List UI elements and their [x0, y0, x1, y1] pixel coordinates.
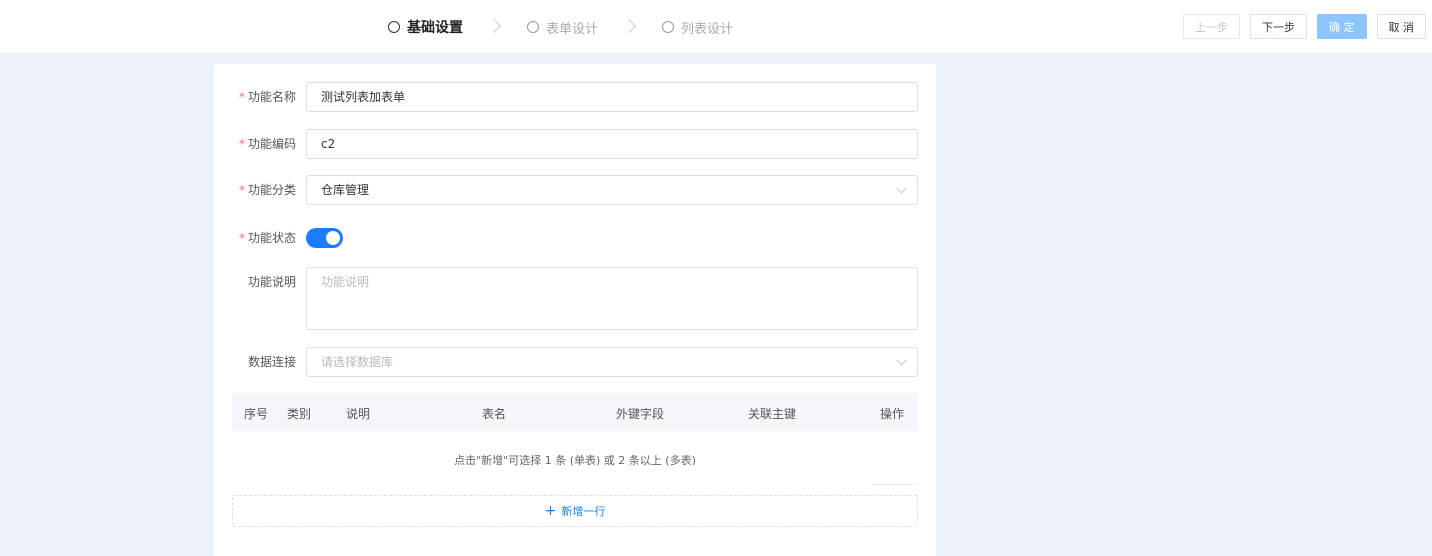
column-header-primary-key: 关联主键: [748, 407, 797, 421]
cancel-button[interactable]: 取 消: [1376, 14, 1426, 39]
step-label: 列表设计: [681, 21, 734, 37]
step-circle-icon: [662, 21, 675, 33]
form-row-code: * 功能编码 c2: [214, 129, 936, 159]
settings-card: * 功能名称 测试列表加表单 * 功能编码 c2 * 功能分类 仓库管理 * 功能状态 …: [214, 64, 936, 556]
database-select[interactable]: 请选择数据库: [306, 347, 918, 377]
required-mark: *: [238, 90, 245, 104]
wizard-steps: 基础设置 表单设计 列表设计: [388, 0, 733, 54]
chevron-right-icon: [598, 0, 662, 54]
column-header-description: 说明: [346, 407, 371, 421]
column-header-table-name: 表名: [482, 407, 507, 421]
field-label: 数据连接: [247, 355, 296, 369]
action-buttons: 上一步 下一步 确 定 取 消: [1173, 14, 1426, 39]
field-label: 功能说明: [247, 275, 296, 289]
step-label: 基础设置: [407, 20, 463, 36]
function-status-toggle[interactable]: [306, 228, 343, 248]
step-circle-icon: [388, 21, 400, 33]
chevron-down-icon: [896, 355, 907, 366]
field-label: * 功能名称: [238, 90, 296, 104]
toggle-knob: [326, 231, 340, 245]
add-row-button[interactable]: + 新增一行: [232, 495, 918, 527]
form-row-category: * 功能分类 仓库管理: [214, 175, 936, 205]
table-empty-hint: 点击"新增"可选择 1 条 (单表) 或 2 条以上 (多表): [454, 454, 696, 467]
step-form-design[interactable]: 表单设计: [527, 18, 598, 37]
function-name-input[interactable]: 测试列表加表单: [306, 82, 918, 112]
top-bar: 基础设置 表单设计 列表设计 上一步 下一步 确 定 取 消: [0, 0, 1432, 54]
field-label: * 功能编码: [238, 137, 296, 151]
prev-step-button[interactable]: 上一步: [1183, 14, 1240, 39]
column-header-type: 类别: [287, 407, 312, 421]
chevron-right-icon: [463, 0, 527, 54]
form-row-description: 功能说明 功能说明: [214, 267, 936, 330]
next-step-button[interactable]: 下一步: [1250, 14, 1307, 39]
form-row-name: * 功能名称 测试列表加表单: [214, 82, 936, 112]
select-value: 仓库管理: [321, 183, 370, 197]
function-description-textarea[interactable]: 功能说明: [306, 267, 918, 330]
chevron-down-icon: [896, 183, 907, 194]
function-category-select[interactable]: 仓库管理: [306, 175, 918, 205]
step-list-design[interactable]: 列表设计: [662, 18, 733, 37]
confirm-button[interactable]: 确 定: [1317, 14, 1367, 39]
required-mark: *: [238, 183, 245, 197]
column-header-index: 序号: [244, 407, 269, 421]
table-header: 序号 类别 说明 表名 外键字段 关联主键 操作: [232, 393, 918, 431]
step-basic-settings[interactable]: 基础设置: [388, 17, 463, 37]
column-header-actions: 操作: [880, 407, 905, 421]
required-mark: *: [238, 137, 245, 151]
field-label: * 功能状态: [238, 231, 296, 245]
select-placeholder: 请选择数据库: [321, 355, 394, 369]
step-label: 表单设计: [546, 21, 599, 37]
form-row-status: * 功能状态: [214, 223, 936, 253]
form-row-database: 数据连接 请选择数据库: [214, 347, 936, 377]
required-mark: *: [238, 231, 245, 245]
step-circle-icon: [527, 21, 539, 33]
divider: [872, 484, 918, 485]
field-label: * 功能分类: [238, 183, 296, 197]
plus-icon: +: [544, 503, 557, 519]
column-header-foreign-key: 外键字段: [616, 407, 665, 421]
add-row-label: 新增一行: [561, 505, 606, 518]
function-code-input[interactable]: c2: [306, 129, 918, 159]
